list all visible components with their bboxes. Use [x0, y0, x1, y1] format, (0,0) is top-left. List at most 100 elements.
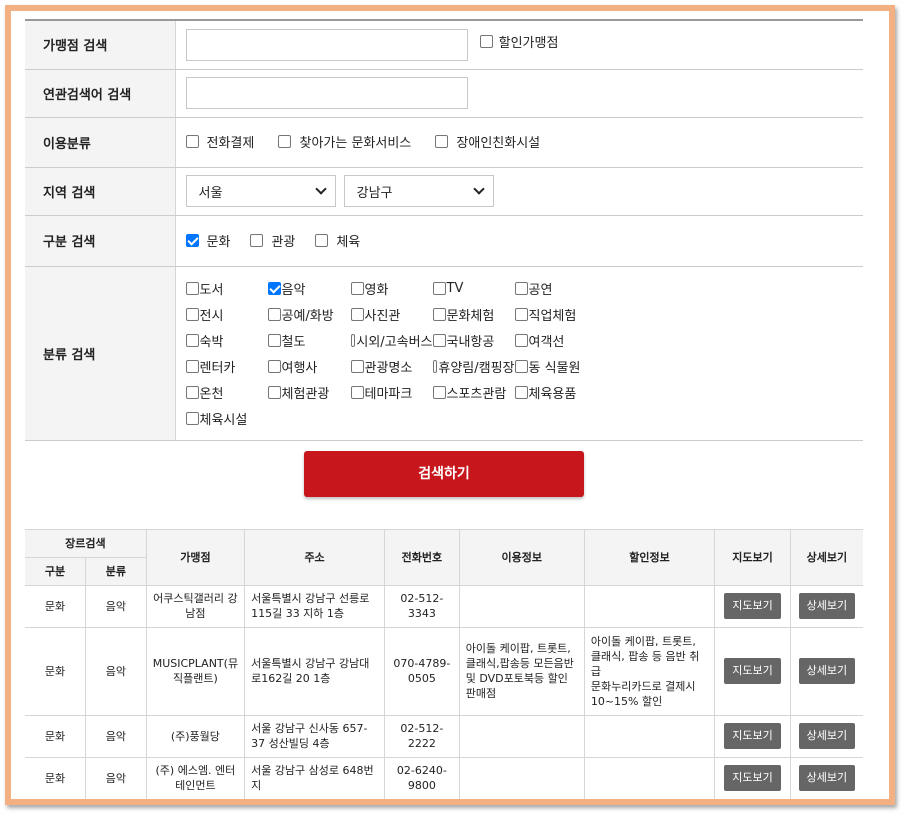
category-option[interactable]: 영화 [350, 279, 433, 298]
store-header: 가맹점 [145, 528, 246, 586]
checkbox[interactable] [185, 333, 199, 347]
checkbox[interactable] [185, 359, 199, 373]
checkbox[interactable] [514, 359, 528, 373]
category-option[interactable]: 도서 [185, 279, 268, 298]
category-option[interactable]: 온천 [185, 383, 268, 402]
checkbox[interactable] [432, 359, 438, 373]
cell-address: 서울특별시 강남구 강남대로162길 20 1층 [244, 626, 386, 716]
option-label: 도서 [199, 282, 224, 298]
category-label: 분류 검색 [25, 266, 176, 441]
detail-button[interactable]: 상세보기 [798, 593, 856, 619]
category-option[interactable]: 직업체험 [514, 305, 605, 324]
category-option[interactable]: 전시 [185, 305, 268, 324]
map-button[interactable]: 지도보기 [724, 658, 781, 684]
map-button[interactable]: 지도보기 [724, 765, 781, 791]
checkbox[interactable] [185, 281, 199, 295]
checkbox[interactable] [267, 385, 281, 399]
checkbox[interactable] [267, 333, 281, 347]
discount-store-option[interactable]: 할인가맹점 [479, 32, 558, 51]
category-option[interactable]: 렌터카 [185, 357, 268, 376]
checkbox[interactable] [350, 333, 356, 347]
checkbox[interactable] [432, 333, 446, 347]
cell-type: 문화 [25, 756, 87, 799]
related-search-input[interactable] [185, 77, 468, 109]
category-option[interactable]: 철도 [267, 331, 351, 350]
usage-option-phone[interactable]: 전화결제 [185, 132, 254, 151]
option-label: 공연 [528, 282, 553, 298]
category-option[interactable]: TV [432, 279, 515, 298]
district-select[interactable]: 강남구 [343, 175, 494, 207]
checkbox[interactable] [267, 281, 281, 295]
checkbox[interactable] [278, 135, 292, 148]
checkbox[interactable] [185, 307, 199, 321]
city-value: 서울 [198, 185, 223, 201]
checkbox[interactable] [267, 359, 281, 373]
checkbox[interactable] [315, 233, 329, 247]
checkbox[interactable] [514, 281, 528, 295]
checkbox[interactable] [514, 333, 528, 347]
category-option[interactable]: 여행사 [267, 357, 351, 376]
option-label: 체험관광 [281, 386, 330, 402]
usage-option-accessible[interactable]: 장애인친화시설 [435, 132, 540, 151]
checkbox[interactable] [185, 135, 199, 148]
checkbox[interactable] [350, 359, 364, 373]
checkbox[interactable] [350, 307, 364, 321]
category-header: 분류 [85, 556, 147, 586]
map-button[interactable]: 지도보기 [724, 723, 781, 749]
cell-address: 서울 강남구 신사동 657-37 성산빌딩 4층 [244, 714, 386, 758]
category-option[interactable]: 사진관 [350, 305, 433, 324]
checkbox[interactable] [350, 385, 364, 399]
checkbox[interactable] [432, 385, 446, 399]
cell-type: 문화 [25, 714, 87, 758]
checkbox[interactable] [250, 233, 264, 247]
checkbox[interactable] [185, 385, 199, 399]
detail-header: 상세보기 [789, 528, 863, 586]
detail-button[interactable]: 상세보기 [798, 658, 856, 684]
results-table: 장르검색 가맹점 주소 전화번호 이용정보 할인정보 지도보기 상세보기 구분 … [25, 528, 863, 799]
option-label: 국내항공 [446, 334, 495, 350]
type-option[interactable]: 관광 [250, 231, 295, 250]
store-search-input[interactable] [185, 28, 468, 61]
checkbox[interactable] [435, 135, 449, 148]
category-option[interactable]: 숙박 [185, 331, 268, 350]
category-option[interactable]: 음악 [267, 279, 351, 298]
checkbox[interactable] [267, 307, 281, 321]
option-label: 테마파크 [364, 386, 413, 402]
cell-store: MUSICPLANT(뮤직플랜트) [145, 626, 246, 716]
map-button[interactable]: 지도보기 [724, 593, 781, 619]
cell-store: (주)풍월당 [145, 714, 246, 758]
checkbox[interactable] [432, 307, 446, 321]
option-label: 문화 [206, 234, 231, 250]
category-option[interactable]: 문화체험 [432, 305, 515, 324]
category-option[interactable]: 휴양림/캠핑장 [432, 357, 515, 376]
detail-button[interactable]: 상세보기 [798, 723, 856, 749]
cell-store: (주) 에스엠. 엔터테인먼트 [145, 756, 246, 799]
category-option[interactable]: 여객선 [514, 331, 605, 350]
category-option[interactable]: 국내항공 [432, 331, 515, 350]
checkbox[interactable] [514, 307, 528, 321]
category-option[interactable]: 동 식물원 [514, 357, 605, 376]
discount-store-checkbox[interactable] [479, 35, 493, 49]
checkbox[interactable] [185, 233, 199, 247]
type-option[interactable]: 문화 [185, 231, 231, 250]
detail-button[interactable]: 상세보기 [798, 765, 856, 791]
category-option[interactable]: 체육시설 [185, 409, 268, 428]
category-option[interactable]: 테마파크 [350, 383, 433, 402]
type-option[interactable]: 체육 [315, 231, 360, 250]
checkbox[interactable] [514, 385, 528, 399]
search-button[interactable]: 검색하기 [304, 450, 584, 497]
checkbox[interactable] [350, 281, 364, 295]
category-option[interactable]: 시외/고속버스 [350, 331, 433, 350]
category-option[interactable]: 공예/화방 [267, 305, 351, 324]
category-option[interactable]: 스포츠관람 [432, 383, 515, 402]
checkbox[interactable] [432, 281, 446, 295]
category-option[interactable]: 관광명소 [350, 357, 433, 376]
category-option[interactable]: 체육용품 [514, 383, 605, 402]
usage-option-visiting[interactable]: 찾아가는 문화서비스 [278, 132, 411, 151]
category-option[interactable]: 체험관광 [267, 383, 351, 402]
option-label: 영화 [364, 282, 389, 298]
city-select[interactable]: 서울 [185, 175, 336, 207]
category-option[interactable]: 공연 [514, 279, 605, 298]
option-label: 관광명소 [364, 360, 413, 376]
checkbox[interactable] [185, 411, 199, 425]
